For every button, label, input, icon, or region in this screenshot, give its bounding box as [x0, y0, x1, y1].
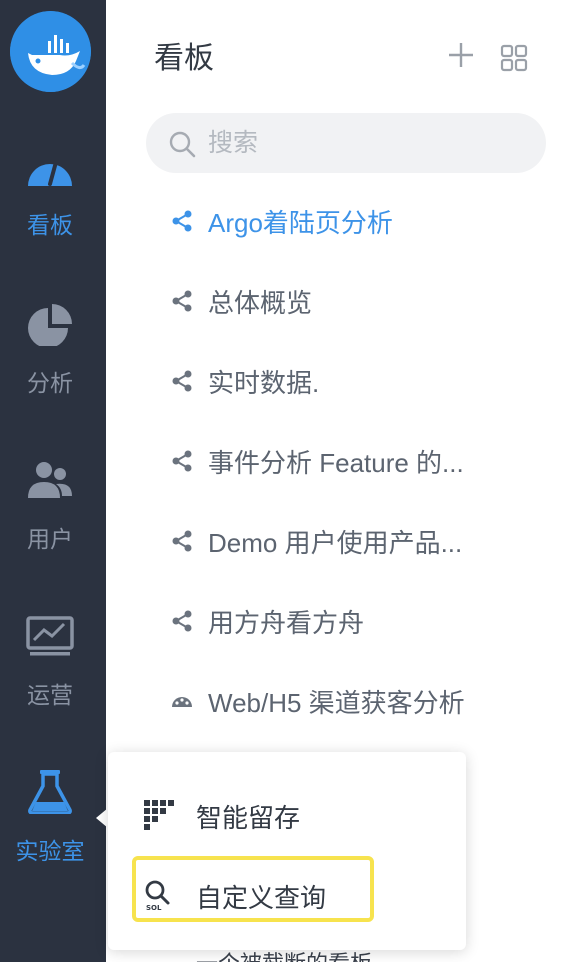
board-item[interactable]: 用方舟看方舟	[168, 600, 498, 640]
board-item[interactable]: Web/H5 渠道获客分析	[168, 680, 498, 720]
menu-item-smart-retention[interactable]: 智能留存	[108, 784, 466, 844]
sidebar-item-dashboard[interactable]: 看板	[0, 148, 106, 238]
users-icon	[28, 462, 72, 498]
sidebar-item-label: 分析	[27, 370, 73, 396]
flask-icon	[28, 770, 72, 814]
sidebar-item-label: 用户	[27, 526, 73, 552]
board-item-label: Demo 用户使用产品...	[208, 528, 463, 558]
board-item-label: 用方舟看方舟	[208, 608, 365, 638]
search-icon	[169, 131, 196, 158]
pie-chart-icon	[28, 304, 72, 346]
board-item[interactable]: Argo着陆页分析	[168, 200, 498, 240]
share-icon	[172, 450, 192, 472]
highlight-box	[132, 856, 374, 922]
whale-logo-icon[interactable]	[10, 11, 91, 92]
board-item-label: 事件分析 Feature 的...	[208, 448, 464, 478]
popup-arrow	[96, 808, 108, 828]
plus-icon[interactable]	[446, 40, 476, 70]
board-item-label: 实时数据.	[208, 368, 320, 398]
search-input[interactable]	[208, 113, 528, 173]
sidebar-item-users[interactable]: 用户	[0, 458, 106, 552]
board-item[interactable]: 事件分析 Feature 的...	[168, 440, 498, 480]
sidebar-item-label: 实验室	[15, 838, 85, 864]
share-icon	[172, 290, 192, 312]
menu-item-label: 智能留存	[196, 803, 301, 833]
search-bar	[146, 113, 546, 173]
dashboard-gauge-icon	[28, 160, 72, 186]
monitor-trend-icon	[26, 616, 74, 656]
board-item-label: 总体概览	[208, 288, 313, 318]
sidebar: 看板 分析 用户 运营 实验室	[0, 0, 106, 962]
sidebar-item-operations[interactable]: 运营	[0, 614, 106, 708]
sidebar-item-analysis[interactable]: 分析	[0, 302, 106, 396]
board-item[interactable]: 总体概览	[168, 280, 498, 320]
share-icon	[172, 210, 192, 232]
retention-grid-icon	[144, 800, 174, 830]
board-item[interactable]: 实时数据.	[168, 360, 498, 400]
grid-icon[interactable]	[500, 44, 528, 72]
board-item-label: Web/H5 渠道获客分析	[208, 688, 465, 718]
sidebar-item-lab[interactable]: 实验室	[0, 770, 106, 864]
sidebar-item-label: 运营	[27, 682, 73, 708]
share-icon	[172, 530, 192, 552]
sidebar-item-label: 看板	[27, 212, 73, 238]
board-item-label: Argo着陆页分析	[208, 208, 393, 238]
palette-icon	[172, 697, 192, 707]
share-icon	[172, 610, 192, 632]
board-item[interactable]: Demo 用户使用产品...	[168, 520, 498, 560]
share-icon	[172, 370, 192, 392]
page-title: 看板	[154, 42, 214, 75]
